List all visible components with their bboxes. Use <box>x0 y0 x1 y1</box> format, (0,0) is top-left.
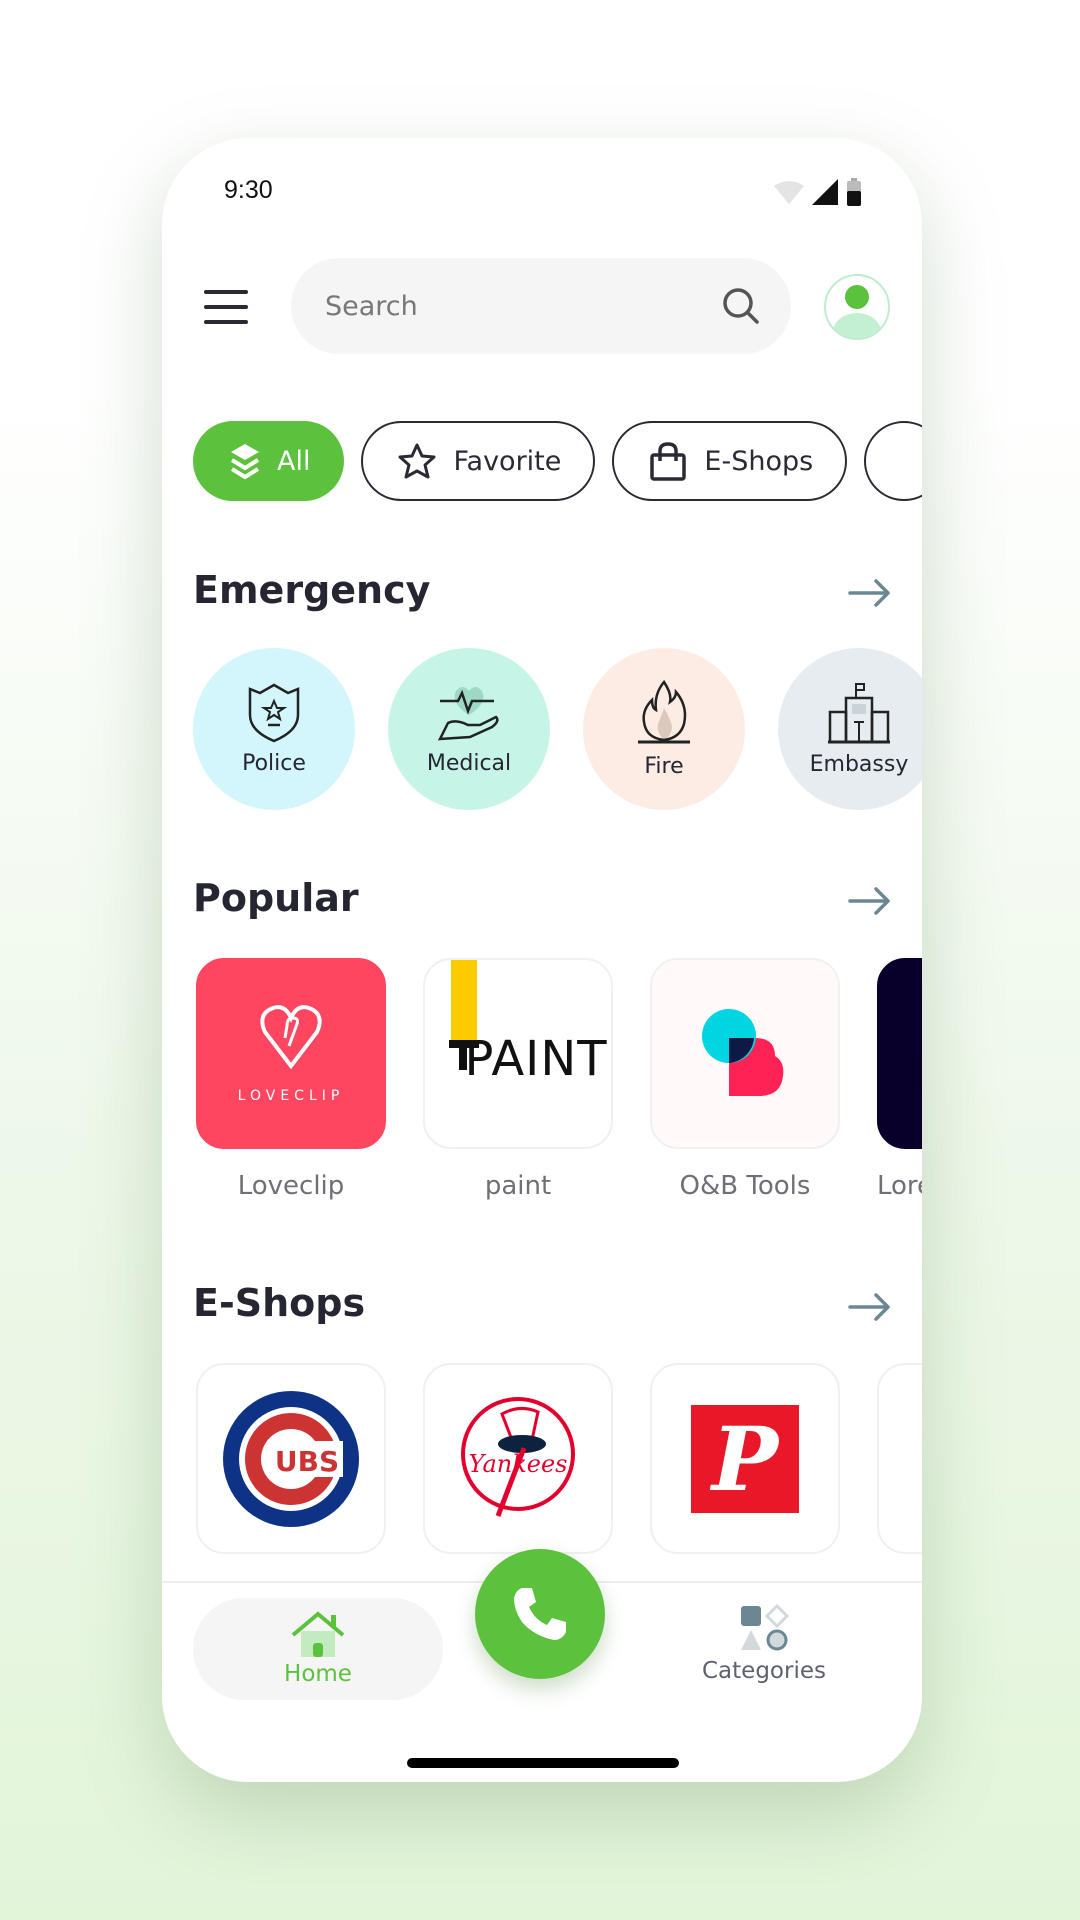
shop-more[interactable] <box>877 1363 922 1554</box>
shopping-bag-icon <box>650 442 687 481</box>
battery-icon <box>847 178 861 206</box>
section-title-e-shops: E-Shops <box>193 1281 366 1325</box>
menu-icon[interactable] <box>204 290 248 324</box>
phillies-logo-text: P <box>711 1406 779 1511</box>
loveclip-logo-text: LOVECLIP <box>237 1087 345 1104</box>
signal-icon <box>812 179 838 205</box>
arrow-right-icon[interactable] <box>848 886 892 916</box>
emergency-list: Police Medical Fire Embassy <box>193 648 922 810</box>
yankees-logo-text: Yankees <box>468 1450 567 1478</box>
chip-label: All <box>277 445 311 477</box>
police-badge-icon <box>248 683 300 742</box>
chip-label: E-Shops <box>704 445 814 477</box>
app-paint[interactable]: PAINT paint <box>423 958 613 1201</box>
nav-home[interactable]: Home <box>193 1598 443 1700</box>
status-icons <box>774 178 862 206</box>
popular-list: LOVECLIP Loveclip PAINT paint O&B Tools … <box>196 958 922 1201</box>
emergency-embassy[interactable]: Embassy <box>778 648 922 810</box>
building-icon <box>828 682 890 743</box>
ob-logo-icon <box>702 1008 784 1096</box>
app-label: paint <box>484 1171 552 1201</box>
user-icon <box>833 285 881 338</box>
emergency-fire[interactable]: Fire <box>583 648 745 810</box>
star-icon <box>398 443 436 479</box>
chip-e-shops[interactable]: E-Shops <box>612 421 848 501</box>
nav-home-label: Home <box>284 1661 352 1687</box>
search-input[interactable] <box>325 290 685 322</box>
emergency-label: Embassy <box>809 751 909 777</box>
shop-yankees[interactable]: Yankees <box>423 1363 613 1554</box>
emergency-medical[interactable]: Medical <box>388 648 550 810</box>
ob-tools-logo <box>650 958 840 1149</box>
chip-all[interactable]: All <box>193 421 345 501</box>
app-lore[interactable]: Lore <box>877 958 922 1201</box>
section-title-emergency: Emergency <box>193 568 431 612</box>
heart-clip-icon <box>260 1004 322 1069</box>
phone-screen: 9:30 All Favorite E-Shops Emergency P <box>162 138 922 1782</box>
shop-logo <box>877 1363 922 1554</box>
e-shops-list: UBS Yankees P <box>196 1363 922 1554</box>
app-label: O&B Tools <box>679 1171 811 1201</box>
arrow-right-icon[interactable] <box>848 578 892 608</box>
emergency-label: Medical <box>426 750 512 776</box>
filter-chips: All Favorite E-Shops <box>193 421 922 501</box>
wifi-icon <box>774 181 804 204</box>
cubs-logo-text: UBS <box>275 1445 339 1478</box>
shop-phillies[interactable]: P <box>650 1363 840 1554</box>
phone-icon <box>514 1588 566 1640</box>
medical-hand-heart-icon <box>437 686 499 740</box>
paint-logo-text: PAINT <box>464 1030 608 1087</box>
phillies-logo: P <box>650 1363 840 1554</box>
chip-more[interactable] <box>864 421 922 501</box>
app-label: Lore <box>877 1171 922 1201</box>
fire-icon <box>638 679 690 743</box>
cubs-logo: UBS <box>196 1363 386 1554</box>
app-label: Loveclip <box>237 1171 345 1201</box>
search-bar[interactable] <box>291 258 791 354</box>
chip-favorite[interactable]: Favorite <box>361 421 596 501</box>
avatar[interactable] <box>824 274 890 340</box>
section-title-popular: Popular <box>193 876 359 920</box>
home-indicator[interactable] <box>407 1758 679 1768</box>
lore-logo <box>877 958 922 1149</box>
emergency-label: Police <box>242 750 306 776</box>
shop-cubs[interactable]: UBS <box>196 1363 386 1554</box>
emergency-label: Fire <box>644 753 684 779</box>
yankees-logo: Yankees <box>423 1363 613 1554</box>
nav-categories-label: Categories <box>702 1658 826 1684</box>
arrow-right-icon[interactable] <box>848 1292 892 1322</box>
search-icon[interactable] <box>721 286 761 326</box>
paint-logo: PAINT <box>423 958 613 1149</box>
status-time: 9:30 <box>224 176 273 204</box>
app-loveclip[interactable]: LOVECLIP Loveclip <box>196 958 386 1201</box>
call-button[interactable] <box>475 1549 605 1679</box>
layers-icon <box>230 444 260 480</box>
chip-label: Favorite <box>453 445 562 477</box>
home-icon <box>291 1611 345 1657</box>
categories-icon <box>741 1604 789 1651</box>
emergency-police[interactable]: Police <box>193 648 355 810</box>
nav-categories[interactable]: Categories <box>662 1604 866 1684</box>
app-ob-tools[interactable]: O&B Tools <box>650 958 840 1201</box>
loveclip-logo: LOVECLIP <box>196 958 386 1149</box>
